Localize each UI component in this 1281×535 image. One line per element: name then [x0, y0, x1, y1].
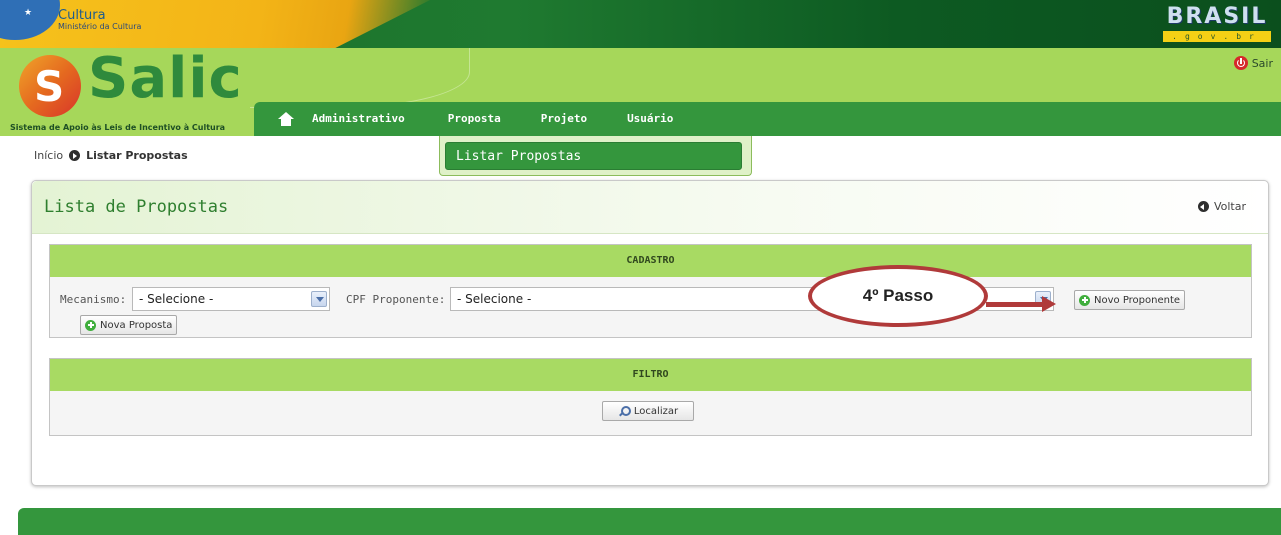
gov-top-bar: ★ Cultura Ministério da Cultura BRASIL .…: [0, 0, 1281, 48]
breadcrumb-current: Listar Propostas: [86, 149, 188, 162]
nova-proposta-button[interactable]: Nova Proposta: [80, 315, 178, 335]
annotation-arrow-icon: [1042, 296, 1056, 312]
chevron-down-icon: [311, 291, 327, 307]
plus-icon: [1079, 294, 1090, 306]
dropdown-item-listar-propostas[interactable]: Listar Propostas: [445, 142, 742, 170]
header-decoration: [250, 48, 470, 108]
step-annotation-callout: 4º Passo: [808, 265, 988, 327]
logout-link[interactable]: Sair: [1233, 56, 1273, 70]
localizar-label: Localizar: [633, 405, 679, 417]
filtro-heading: FILTRO: [50, 359, 1251, 391]
nav-home[interactable]: [266, 102, 306, 136]
power-icon: [1233, 56, 1248, 70]
filtro-section: FILTRO Localizar: [49, 358, 1252, 436]
mecanismo-select[interactable]: - Selecione -: [132, 287, 330, 311]
nav-item-projeto[interactable]: Projeto: [541, 102, 587, 136]
home-icon: [278, 112, 294, 126]
cadastro-section: CADASTRO Mecanismo: - Selecione - CPF Pr…: [49, 244, 1252, 338]
panel-header: Lista de Propostas Voltar: [32, 181, 1268, 234]
search-icon: [618, 405, 631, 417]
nova-proposta-label: Nova Proposta: [100, 319, 173, 331]
page-title: Lista de Propostas: [44, 197, 229, 217]
main-panel: Lista de Propostas Voltar CADASTRO Mecan…: [31, 180, 1269, 486]
breadcrumb-home[interactable]: Início: [34, 149, 63, 162]
ministry-logo[interactable]: Cultura Ministério da Cultura: [58, 9, 141, 32]
nav-item-administrativo[interactable]: Administrativo: [312, 102, 405, 136]
brasil-domain: .gov.br: [1163, 31, 1271, 42]
brasil-wordmark: BRASIL: [1166, 4, 1268, 29]
ministry-title: Cultura: [58, 8, 106, 23]
cadastro-body: Mecanismo: - Selecione - CPF Proponente:…: [50, 277, 1251, 337]
ministry-subtitle: Ministério da Cultura: [58, 22, 142, 31]
salic-logo[interactable]: S Salic Sistema de Apoio às Leis de Ince…: [8, 46, 258, 132]
star-icon: ★: [24, 8, 33, 18]
novo-proponente-button[interactable]: Novo Proponente: [1074, 290, 1186, 310]
cadastro-heading: CADASTRO: [50, 245, 1251, 277]
back-link[interactable]: Voltar: [1197, 200, 1246, 213]
annotation-arrow-line: [986, 302, 1044, 307]
breadcrumb: Início Listar Propostas: [34, 149, 188, 162]
footer-bar: [18, 508, 1281, 535]
chevron-right-icon: [69, 150, 81, 161]
back-arrow-icon: [1197, 201, 1209, 212]
filtro-body: Localizar: [50, 391, 1251, 435]
nav-item-proposta[interactable]: Proposta: [448, 102, 501, 136]
app-tagline: Sistema de Apoio às Leis de Incentivo à …: [10, 123, 226, 132]
novo-proponente-label: Novo Proponente: [1094, 294, 1181, 306]
salic-s-letter: S: [34, 62, 65, 111]
mecanismo-label: Mecanismo:: [60, 293, 127, 306]
cpf-proponente-value: - Selecione -: [457, 292, 532, 306]
cpf-proponente-label: CPF Proponente:: [346, 293, 446, 306]
brasil-gov-logo[interactable]: BRASIL .gov.br: [1163, 4, 1271, 44]
back-label: Voltar: [1213, 200, 1246, 213]
mecanismo-value: - Selecione -: [139, 292, 214, 306]
app-name: Salic: [88, 46, 243, 111]
logout-label: Sair: [1251, 56, 1273, 70]
proposta-dropdown: Listar Propostas: [439, 136, 752, 176]
nav-item-usuario[interactable]: Usuário: [627, 102, 673, 136]
localizar-button[interactable]: Localizar: [602, 401, 694, 421]
plus-icon: [85, 319, 96, 331]
main-nav: Administrativo Proposta Projeto Usuário: [254, 102, 1281, 136]
